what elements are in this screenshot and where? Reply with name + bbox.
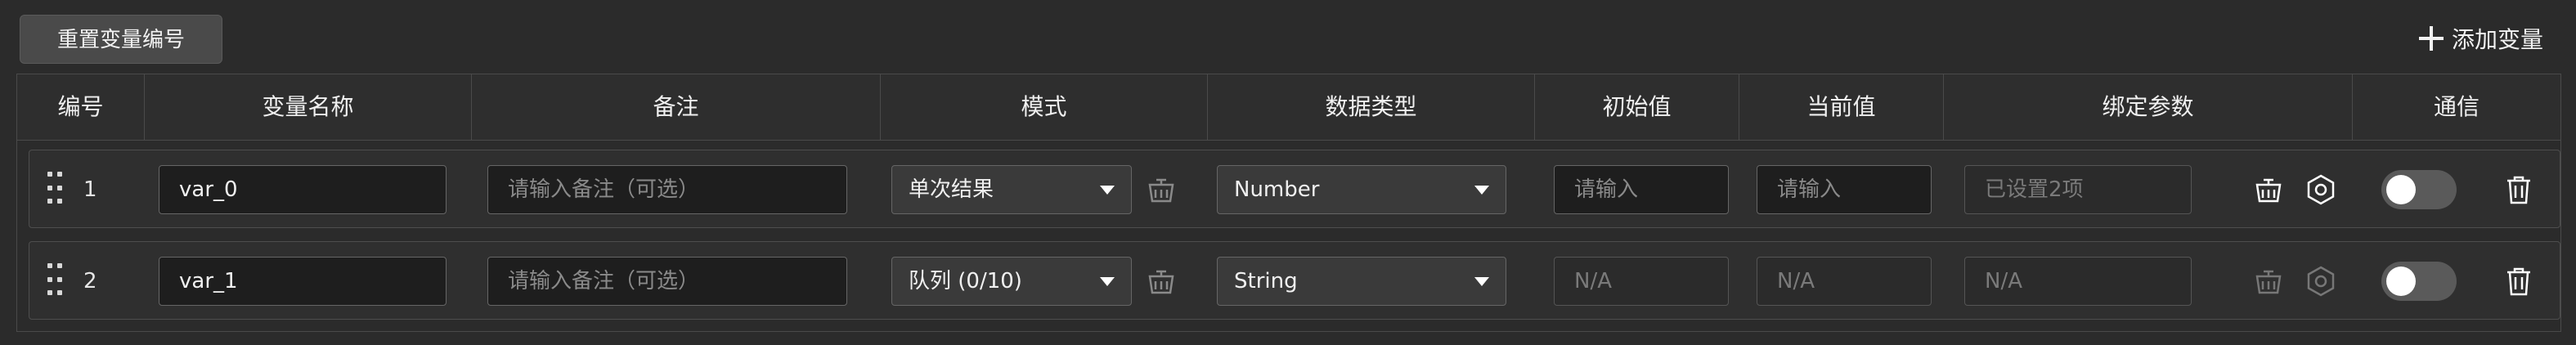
table-row: 1 var_0 请输入备注（可选） 单次结果 Number 请输入 请输入 已设… — [29, 150, 2560, 228]
mode-select-value: 单次结果 — [909, 177, 994, 202]
initial-value-input[interactable]: N/A — [1554, 257, 1729, 306]
current-value-input[interactable]: N/A — [1757, 257, 1932, 306]
remark-input[interactable]: 请输入备注（可选） — [487, 257, 847, 306]
reset-variable-numbers-button[interactable]: 重置变量编号 — [20, 15, 222, 64]
column-header-binding: 绑定参数 — [1944, 74, 2353, 140]
data-type-select-value: String — [1234, 269, 1298, 293]
hexagon-settings-icon[interactable] — [2304, 265, 2337, 298]
basket-icon[interactable] — [1145, 265, 1178, 298]
drag-handle-icon[interactable] — [47, 263, 64, 299]
hexagon-settings-icon[interactable] — [2304, 173, 2337, 206]
column-header-initial-value: 初始值 — [1535, 74, 1739, 140]
current-value-input[interactable]: 请输入 — [1757, 165, 1932, 214]
trash-icon[interactable] — [2502, 173, 2535, 206]
data-type-select[interactable]: Number — [1217, 165, 1506, 214]
toolbar: 重置变量编号 添加变量 — [0, 0, 2576, 74]
drag-handle-icon[interactable] — [47, 172, 64, 208]
chevron-down-icon — [1474, 186, 1489, 195]
plus-icon — [2418, 26, 2444, 51]
data-type-select-value: Number — [1234, 177, 1320, 202]
chevron-down-icon — [1474, 277, 1489, 286]
basket-icon[interactable] — [2252, 265, 2285, 298]
column-header-mode: 模式 — [881, 74, 1208, 140]
binding-field[interactable]: 已设置2项 — [1964, 165, 2192, 214]
chevron-down-icon — [1100, 277, 1115, 286]
column-header-name: 变量名称 — [145, 74, 472, 140]
chevron-down-icon — [1100, 186, 1115, 195]
data-type-select[interactable]: String — [1217, 257, 1506, 306]
row-index: 1 — [83, 177, 97, 202]
mode-select-value: 队列 (0/10) — [909, 269, 1022, 293]
column-header-remark: 备注 — [472, 74, 881, 140]
basket-icon[interactable] — [1145, 173, 1178, 206]
trash-icon[interactable] — [2502, 265, 2535, 298]
toggle-knob — [2386, 175, 2416, 204]
basket-icon[interactable] — [2252, 173, 2285, 206]
remark-input[interactable]: 请输入备注（可选） — [487, 165, 847, 214]
initial-value-input[interactable]: 请输入 — [1554, 165, 1729, 214]
table-row: 2 var_1 请输入备注（可选） 队列 (0/10) String N/A N… — [29, 241, 2560, 320]
mode-select[interactable]: 单次结果 — [891, 165, 1132, 214]
variable-name-input[interactable]: var_1 — [159, 257, 447, 306]
add-variable-label: 添加变量 — [2451, 26, 2543, 53]
column-header-current-value: 当前值 — [1739, 74, 1944, 140]
table-header: 编号 变量名称 备注 模式 数据类型 初始值 当前值 绑定参数 通信 — [17, 74, 2560, 141]
variables-table: 编号 变量名称 备注 模式 数据类型 初始值 当前值 绑定参数 通信 1 var… — [16, 74, 2561, 332]
column-header-communication: 通信 — [2433, 93, 2480, 120]
variable-name-input[interactable]: var_0 — [159, 165, 447, 214]
binding-field[interactable]: N/A — [1964, 257, 2192, 306]
column-header-data-type: 数据类型 — [1208, 74, 1535, 140]
mode-select[interactable]: 队列 (0/10) — [891, 257, 1132, 306]
communication-toggle[interactable] — [2381, 170, 2457, 209]
communication-toggle[interactable] — [2381, 262, 2457, 301]
row-index: 2 — [83, 269, 97, 293]
toggle-knob — [2386, 267, 2416, 296]
add-variable-button[interactable]: 添加变量 — [2418, 18, 2543, 59]
column-header-index: 编号 — [17, 74, 145, 140]
